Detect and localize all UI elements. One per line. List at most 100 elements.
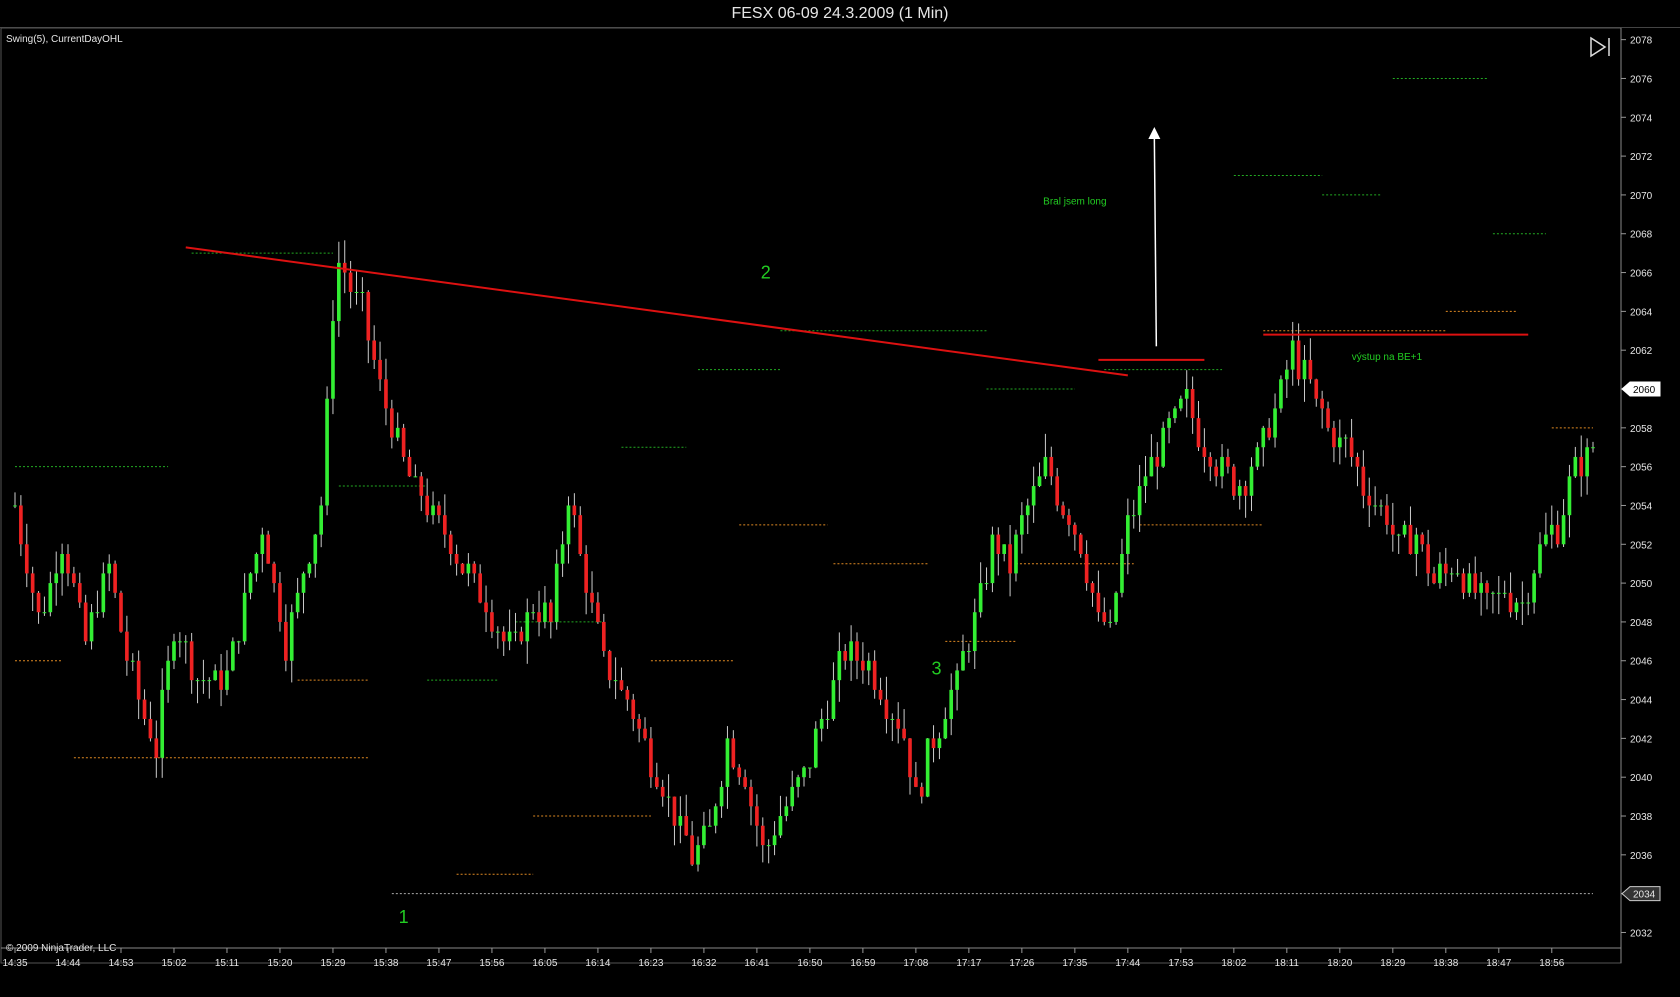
candle-body (484, 602, 488, 613)
candle-body (996, 534, 1001, 554)
candle-body (372, 340, 376, 360)
candle-body (72, 573, 76, 584)
trade-note-label: výstup na BE+1 (1352, 352, 1423, 363)
candle-body (1473, 573, 1478, 593)
x-tick-label: 17:44 (1115, 958, 1140, 969)
candle-body (1220, 456, 1224, 477)
candle-body (949, 689, 954, 719)
axis-ticks: 2078 2076 2074 2072 2070 2068 2066 2064 2062 2060… (2, 36, 1661, 969)
candle-body (1096, 592, 1101, 613)
candle-body (666, 796, 671, 798)
candle-body (1196, 418, 1201, 448)
candle-body (872, 660, 877, 690)
y-tick-label: 2050 (1630, 579, 1653, 590)
candle-body (702, 825, 706, 846)
candle-body (825, 718, 830, 720)
candle-body (1143, 476, 1148, 487)
candle-body (1385, 505, 1389, 525)
candle-body (519, 631, 524, 642)
candle-body (707, 825, 712, 827)
candle-body (1538, 544, 1542, 574)
y-tick-label: 2078 (1630, 36, 1653, 47)
candle-body (136, 660, 141, 700)
y-tick-label: 2046 (1630, 657, 1653, 668)
candle-body (142, 699, 147, 719)
candle-body (1438, 563, 1442, 584)
candle-body (1467, 573, 1472, 593)
candle-body (1049, 456, 1054, 477)
candle-body (289, 612, 294, 661)
candle-body (236, 641, 241, 643)
candle-body (1514, 602, 1519, 613)
x-tick-label: 15:56 (479, 958, 504, 969)
candle-body (1173, 408, 1177, 419)
long-entry-arrowhead (1148, 126, 1161, 139)
candle-body (572, 505, 577, 516)
candle-body (1326, 408, 1330, 428)
candle-body (189, 641, 194, 681)
candle-body (543, 602, 547, 622)
candle-body (1267, 427, 1271, 438)
candle-body (1549, 524, 1554, 535)
candle-body (1020, 515, 1024, 535)
swing-point-label: 2 (761, 262, 771, 282)
candle-body (48, 583, 53, 613)
candle-body (1408, 524, 1413, 554)
candle-body (1461, 573, 1466, 593)
candle-body (713, 806, 718, 826)
candle-body (1579, 456, 1584, 477)
candle-body (1561, 515, 1566, 545)
candle-body (395, 427, 400, 438)
candle-body (1084, 553, 1089, 584)
candle-body (1120, 553, 1124, 593)
candle-body (784, 806, 789, 817)
swing-point-label: 3 (931, 658, 941, 678)
candle-body (1508, 592, 1513, 613)
candle-body (231, 641, 235, 671)
price-chart[interactable]: Swing(5), CurrentDayOHL © 2009 NinjaTrad… (0, 0, 1680, 997)
candle-body (1108, 621, 1113, 623)
candle-body (89, 612, 94, 642)
candle-body (866, 660, 871, 671)
candle-body (1526, 602, 1531, 604)
candle-body (307, 563, 312, 574)
low-price-marker-label: 2034 (1633, 890, 1656, 901)
candle-body (390, 408, 394, 438)
candle-body (1273, 408, 1277, 438)
candle-body (1114, 592, 1118, 622)
candle-body (919, 786, 924, 797)
candle-body (195, 680, 200, 682)
candle-body (207, 680, 212, 682)
candle-body (914, 777, 918, 787)
candle-body (967, 651, 971, 653)
candle-body (584, 553, 588, 593)
candle-body (437, 505, 441, 516)
candle-body (1337, 437, 1342, 448)
x-tick-label: 16:32 (691, 958, 716, 969)
candle-body (772, 835, 777, 846)
long-entry-arrow (1153, 136, 1158, 347)
candle-body (790, 786, 795, 807)
candle-body (1449, 573, 1454, 575)
x-tick-label: 17:08 (903, 958, 928, 969)
candle-body (613, 680, 618, 682)
candle-body (1126, 515, 1130, 554)
candle-body (160, 689, 165, 758)
last-price-marker-label: 2060 (1633, 385, 1656, 396)
candle-body (1496, 592, 1501, 594)
x-tick-label: 16:50 (797, 958, 822, 969)
candle-body (531, 612, 535, 614)
candle-body (24, 544, 29, 574)
candle-body (808, 767, 812, 769)
scroll-to-end-icon[interactable] (1590, 36, 1610, 58)
candle-body (1414, 534, 1419, 554)
candle-body (331, 321, 335, 399)
y-tick-label: 2072 (1630, 152, 1653, 163)
candle-body (1544, 534, 1548, 545)
candle-body (101, 573, 106, 613)
candle-body (507, 631, 512, 642)
x-tick-label: 17:26 (1009, 958, 1034, 969)
candle-body (1131, 515, 1136, 517)
candle-body (366, 291, 371, 341)
candle-body (419, 476, 424, 496)
